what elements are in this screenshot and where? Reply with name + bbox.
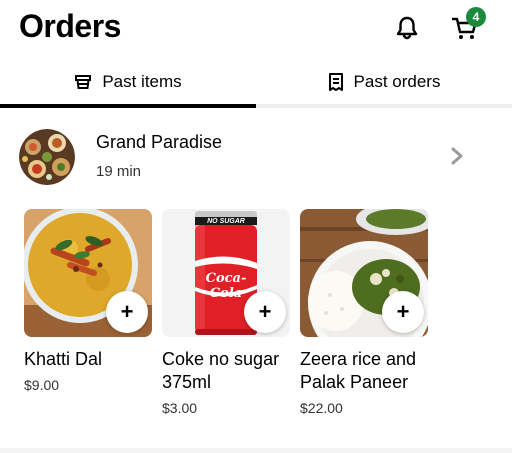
tab-past-items-label: Past items <box>102 72 182 91</box>
chevron-right-icon <box>451 147 463 165</box>
tab-past-orders[interactable]: Past orders <box>256 58 512 106</box>
store-row[interactable]: Grand Paradise 19 min <box>0 118 512 198</box>
notifications-button[interactable] <box>394 15 420 41</box>
plus-icon: + <box>258 299 272 324</box>
add-to-cart-button[interactable]: + <box>106 291 148 333</box>
store-avatar <box>19 129 75 185</box>
tab-past-orders-label: Past orders <box>353 72 441 91</box>
tab-active-indicator <box>0 104 256 108</box>
section-divider <box>0 448 512 453</box>
add-to-cart-button[interactable]: + <box>244 291 286 333</box>
can-logo-text: Coca-Cola <box>205 271 247 301</box>
can-no-sugar-text: NO SUGAR <box>207 218 245 225</box>
item-price: $9.00 <box>24 377 60 393</box>
add-to-cart-button[interactable]: + <box>382 291 424 333</box>
receipt-icon <box>328 73 343 91</box>
plus-icon: + <box>396 299 410 324</box>
bell-icon <box>396 16 418 40</box>
store-delivery-time: 19 min <box>96 163 142 180</box>
item-name: Khatti Dal <box>24 349 103 369</box>
page-title: Orders <box>19 8 121 44</box>
item-price: $3.00 <box>162 400 198 416</box>
item-name: Coke no sugar 375ml <box>162 349 280 392</box>
item-name: Zeera rice and Palak Paneer <box>300 349 417 392</box>
plus-icon: + <box>120 299 134 324</box>
basket-icon <box>75 75 92 89</box>
orders-tabs: Past items Past orders <box>0 58 512 110</box>
app-header: Orders 4 <box>0 0 512 56</box>
tab-past-items[interactable]: Past items <box>0 58 256 106</box>
cart-count-badge: 4 <box>466 7 486 27</box>
store-name: Grand Paradise <box>96 132 223 152</box>
item-price: $22.00 <box>300 400 343 416</box>
